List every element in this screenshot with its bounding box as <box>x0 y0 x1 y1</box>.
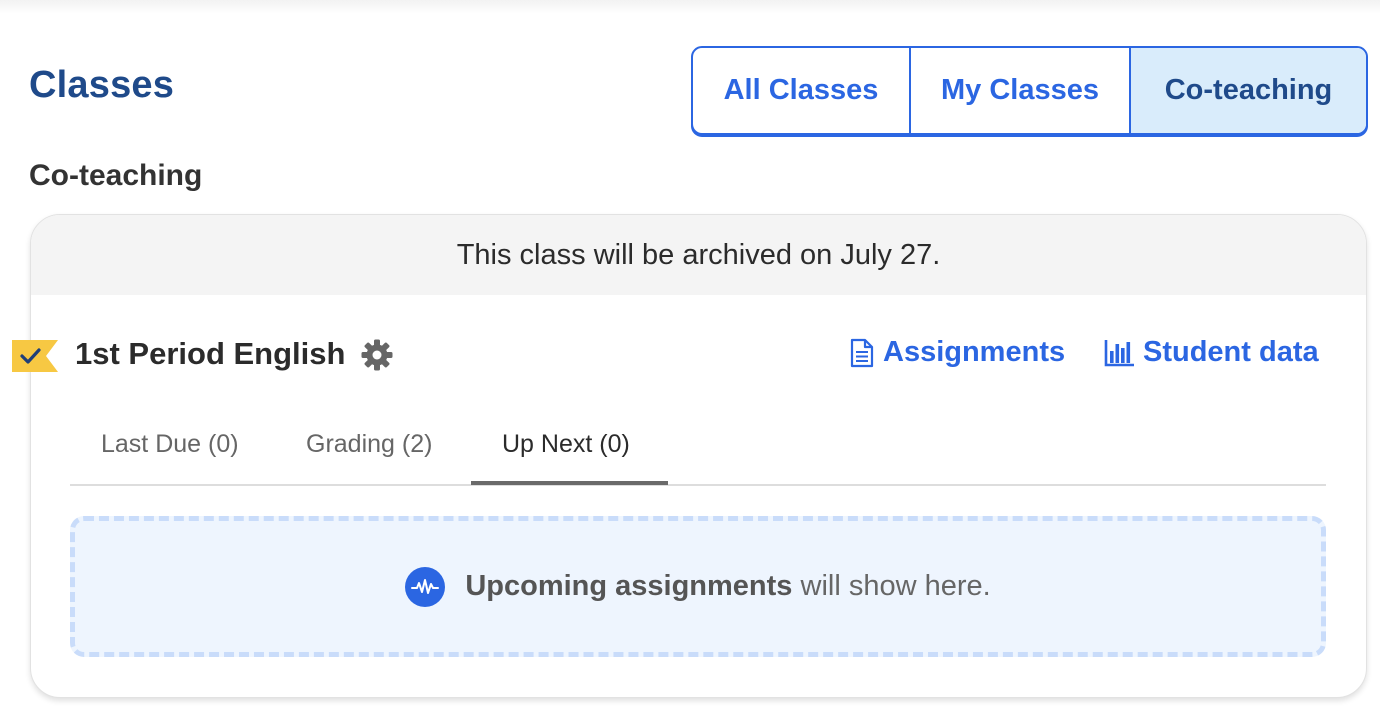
top-shadow <box>0 0 1380 14</box>
tab-up-next[interactable]: Up Next (0) <box>502 430 630 459</box>
active-tab-indicator <box>471 481 668 485</box>
class-name: 1st Period English <box>75 336 346 371</box>
empty-state: Upcoming assignments will show here. <box>70 516 1326 657</box>
archive-banner: This class will be archived on July 27. <box>31 215 1366 295</box>
document-icon <box>850 338 874 367</box>
tab-last-due[interactable]: Last Due (0) <box>101 430 239 459</box>
checkmark-flag-icon <box>12 340 58 372</box>
student-data-link[interactable]: Student data <box>1104 336 1319 369</box>
page-title: Classes <box>29 64 175 106</box>
gear-icon[interactable] <box>360 338 394 372</box>
empty-state-text: Upcoming assignments will show here. <box>465 570 990 603</box>
student-data-link-label: Student data <box>1143 336 1319 368</box>
assignments-link[interactable]: Assignments <box>849 336 1065 369</box>
pulse-icon <box>405 566 446 607</box>
class-filter-segmented-control: All Classes My Classes Co-teaching <box>691 46 1368 135</box>
all-classes-button[interactable]: All Classes <box>693 48 909 133</box>
co-teaching-button[interactable]: Co-teaching <box>1129 48 1366 133</box>
empty-state-rest: will show here. <box>792 570 991 602</box>
assignment-tabs: Last Due (0) Grading (2) Up Next (0) <box>70 420 1326 486</box>
section-title: Co-teaching <box>29 159 203 192</box>
tab-grading[interactable]: Grading (2) <box>306 430 432 459</box>
empty-state-bold: Upcoming assignments <box>465 570 793 602</box>
assignments-link-label: Assignments <box>883 336 1066 368</box>
bar-chart-icon <box>1104 339 1134 366</box>
my-classes-button[interactable]: My Classes <box>909 48 1129 133</box>
